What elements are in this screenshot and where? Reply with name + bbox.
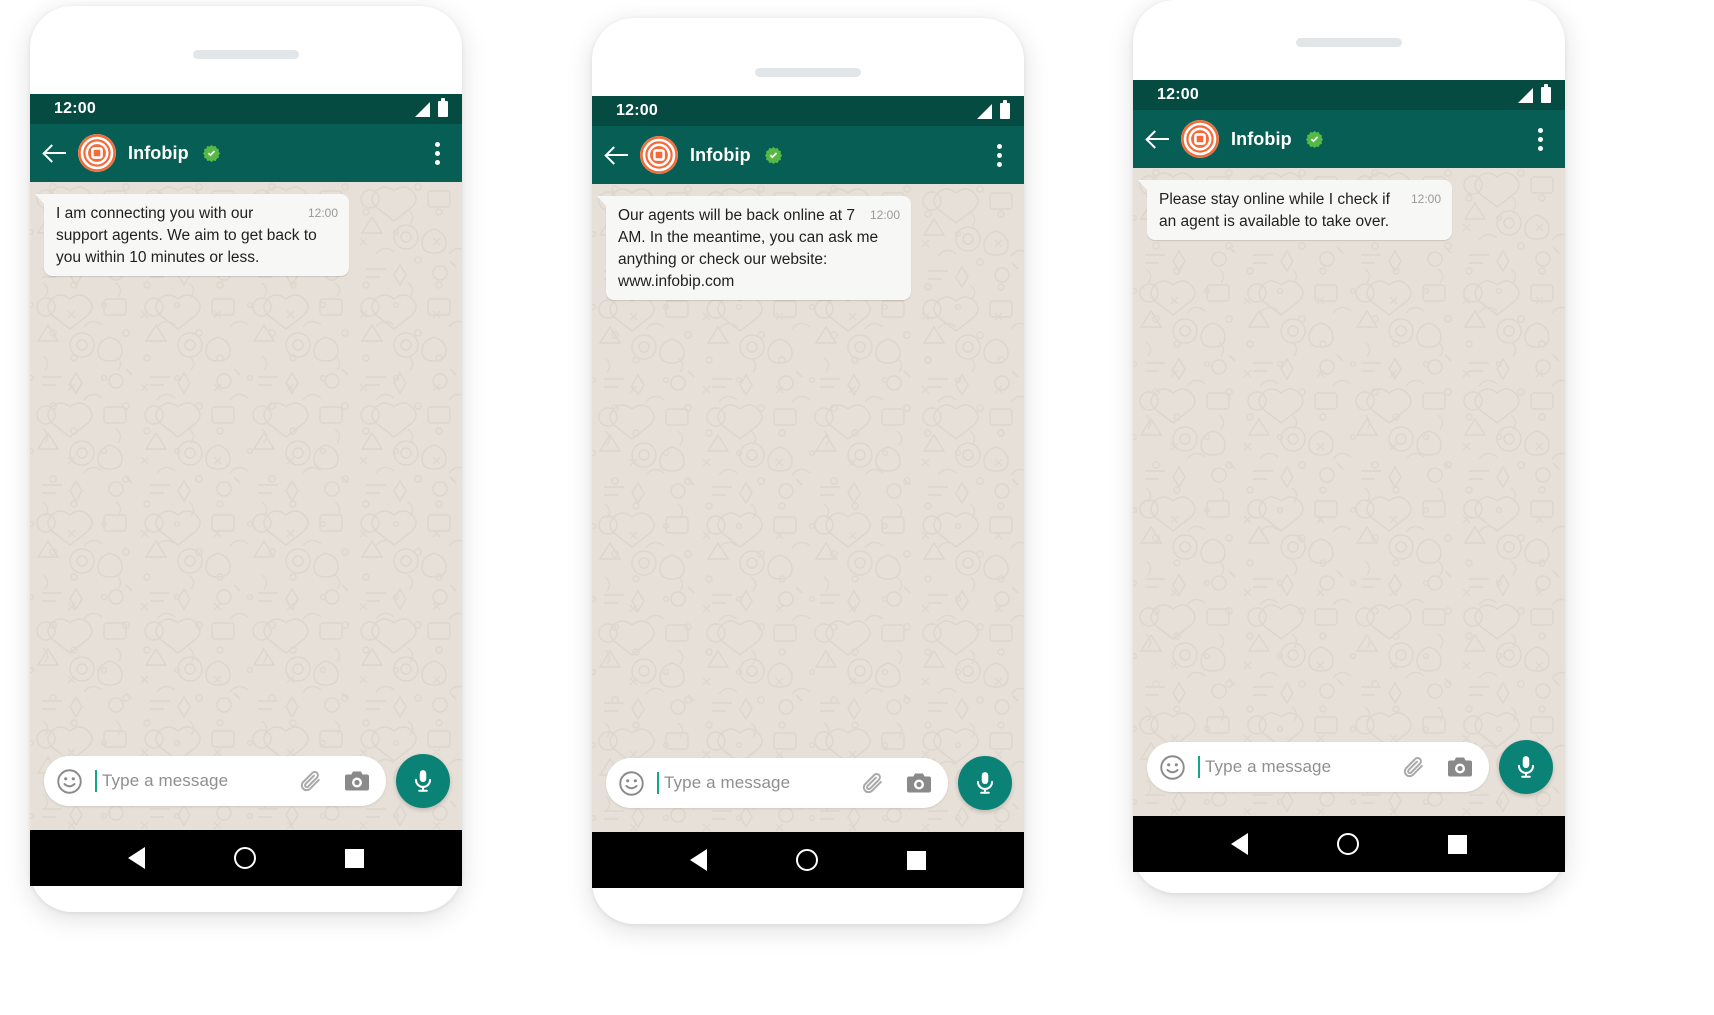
message-list: 12:00 I am connecting you with our suppo…: [30, 182, 462, 276]
battery-icon: [438, 98, 448, 117]
contact-name: Infobip: [1231, 128, 1292, 149]
contact-name: Infobip: [690, 144, 751, 165]
camera-icon[interactable]: [344, 770, 370, 793]
verified-badge-icon: [202, 144, 221, 163]
nav-back-icon[interactable]: [1231, 833, 1249, 855]
message-input-placeholder[interactable]: Type a message: [664, 773, 850, 793]
infobip-logo-avatar[interactable]: [1181, 120, 1219, 158]
message-composer: Type a message: [30, 744, 462, 830]
nav-home-icon[interactable]: [795, 849, 818, 871]
message-input-pill[interactable]: Type a message: [606, 758, 948, 808]
status-bar-icons: [1518, 84, 1551, 103]
status-bar-icons: [977, 100, 1010, 119]
chat-message-area: 12:00 Our agents will be back online at …: [592, 184, 1024, 832]
battery-icon: [1000, 100, 1010, 119]
chat-message-area: 12:00 Please stay online while I check i…: [1133, 168, 1565, 816]
incoming-message-bubble[interactable]: 12:00 Please stay online while I check i…: [1138, 180, 1452, 240]
nav-back-icon[interactable]: [128, 847, 146, 869]
message-input-pill[interactable]: Type a message: [1147, 742, 1489, 792]
message-text: I am connecting you with our support age…: [56, 205, 322, 266]
voice-record-button[interactable]: [1499, 740, 1553, 794]
message-list: 12:00 Our agents will be back online at …: [592, 184, 1024, 300]
status-bar: 12:00: [592, 96, 1024, 126]
camera-icon[interactable]: [906, 772, 932, 795]
message-timestamp: 12:00: [869, 208, 900, 222]
phone-mockup-2: 12:00 Infobip 12:00 Our agents will be b…: [592, 18, 1024, 924]
nav-home-icon[interactable]: [233, 847, 256, 869]
incoming-message-bubble[interactable]: 12:00 Our agents will be back online at …: [597, 196, 911, 300]
verified-badge-icon: [764, 146, 783, 165]
nav-recents-icon[interactable]: [906, 850, 926, 870]
back-arrow-icon[interactable]: [1145, 126, 1171, 152]
emoji-smiley-icon[interactable]: [1159, 754, 1186, 781]
message-timestamp: 12:00: [1410, 192, 1441, 206]
status-bar-clock: 12:00: [616, 102, 658, 119]
screenshot-stage: 12:00 Infobip 12:00 I am connecting you …: [0, 0, 1714, 1015]
microphone-icon: [1517, 756, 1535, 778]
signal-bars-icon: [415, 101, 430, 117]
nav-back-icon[interactable]: [690, 849, 708, 871]
android-navigation-bar: [1133, 816, 1565, 872]
verified-badge-icon: [1305, 130, 1324, 149]
chat-message-area: 12:00 I am connecting you with our suppo…: [30, 182, 462, 830]
battery-icon: [1541, 84, 1551, 103]
phone-screen-3: 12:00 Infobip 12:00 Please stay online w…: [1133, 80, 1565, 816]
microphone-icon: [976, 772, 994, 794]
emoji-smiley-icon[interactable]: [56, 768, 83, 795]
nav-recents-icon[interactable]: [1447, 834, 1467, 854]
text-cursor: [657, 772, 659, 794]
phone-screen-2: 12:00 Infobip 12:00 Our agents will be b…: [592, 96, 1024, 832]
incoming-message-bubble[interactable]: 12:00 I am connecting you with our suppo…: [35, 194, 349, 276]
camera-icon[interactable]: [1447, 756, 1473, 779]
signal-bars-icon: [977, 103, 992, 119]
chat-wallpaper-doodles: [30, 182, 462, 830]
message-input-placeholder[interactable]: Type a message: [1205, 757, 1391, 777]
infobip-logo-avatar[interactable]: [640, 136, 678, 174]
overflow-menu-icon[interactable]: [426, 140, 448, 166]
paperclip-icon[interactable]: [298, 769, 323, 794]
chat-header: Infobip: [30, 124, 462, 182]
status-bar: 12:00: [1133, 80, 1565, 110]
message-text: Please stay online while I check if an a…: [1159, 191, 1395, 230]
overflow-menu-icon[interactable]: [988, 142, 1010, 168]
chat-wallpaper-doodles: [1133, 168, 1565, 816]
microphone-icon: [414, 770, 432, 792]
status-bar-clock: 12:00: [1157, 86, 1199, 103]
status-bar-icons: [415, 98, 448, 117]
text-cursor: [95, 770, 97, 792]
message-list: 12:00 Please stay online while I check i…: [1133, 168, 1565, 240]
signal-bars-icon: [1518, 87, 1533, 103]
voice-record-button[interactable]: [396, 754, 450, 808]
android-navigation-bar: [30, 830, 462, 886]
overflow-menu-icon[interactable]: [1529, 126, 1551, 152]
android-navigation-bar: [592, 832, 1024, 888]
message-composer: Type a message: [1133, 730, 1565, 816]
back-arrow-icon[interactable]: [42, 140, 68, 166]
phone-speaker-grille: [193, 50, 299, 59]
paperclip-icon[interactable]: [860, 771, 885, 796]
message-timestamp: 12:00: [307, 206, 338, 220]
chat-header: Infobip: [1133, 110, 1565, 168]
phone-speaker-grille: [755, 68, 861, 77]
voice-record-button[interactable]: [958, 756, 1012, 810]
paperclip-icon[interactable]: [1401, 755, 1426, 780]
phone-speaker-grille: [1296, 38, 1402, 47]
message-input-placeholder[interactable]: Type a message: [102, 771, 288, 791]
nav-recents-icon[interactable]: [344, 848, 364, 868]
back-arrow-icon[interactable]: [604, 142, 630, 168]
chat-header: Infobip: [592, 126, 1024, 184]
nav-home-icon[interactable]: [1336, 833, 1359, 855]
message-input-pill[interactable]: Type a message: [44, 756, 386, 806]
phone-mockup-3: 12:00 Infobip 12:00 Please stay online w…: [1133, 0, 1565, 893]
status-bar-clock: 12:00: [54, 100, 96, 117]
message-composer: Type a message: [592, 746, 1024, 832]
status-bar: 12:00: [30, 94, 462, 124]
phone-screen-1: 12:00 Infobip 12:00 I am connecting you …: [30, 94, 462, 830]
phone-mockup-1: 12:00 Infobip 12:00 I am connecting you …: [30, 6, 462, 912]
infobip-logo-avatar[interactable]: [78, 134, 116, 172]
message-text: Our agents will be back online at 7 AM. …: [618, 207, 883, 290]
contact-name: Infobip: [128, 142, 189, 163]
emoji-smiley-icon[interactable]: [618, 770, 645, 797]
text-cursor: [1198, 756, 1200, 778]
